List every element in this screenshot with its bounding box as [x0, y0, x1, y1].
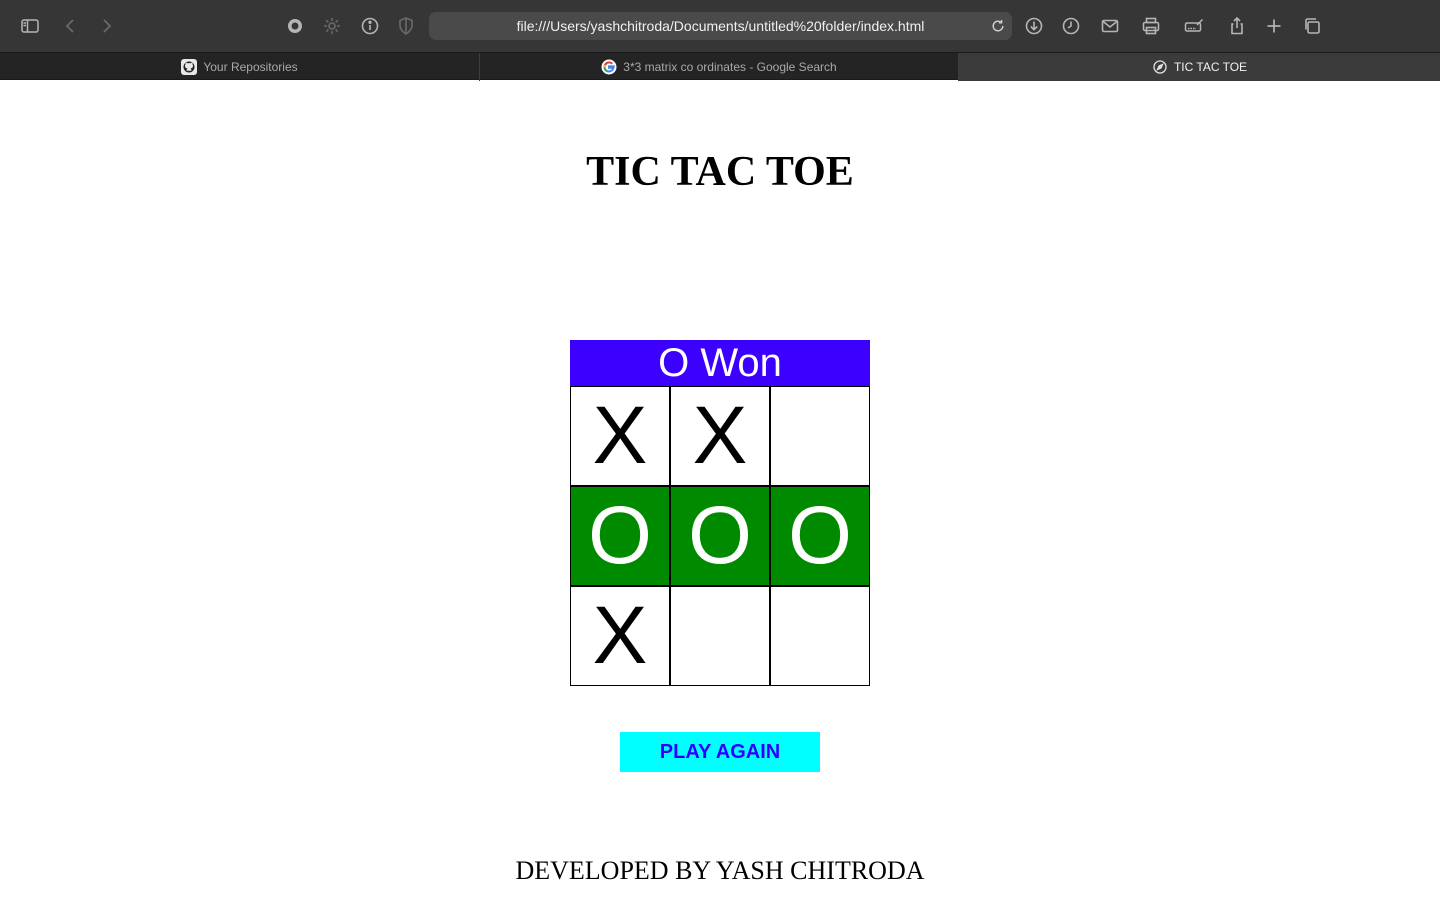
compass-icon — [1152, 59, 1168, 75]
info-icon[interactable] — [356, 12, 384, 40]
play-again-button[interactable]: PLAY AGAIN — [620, 732, 820, 772]
back-icon[interactable] — [57, 12, 85, 40]
cell-1-1[interactable]: O — [670, 486, 770, 586]
cell-0-2[interactable] — [770, 386, 870, 486]
cell-2-0[interactable]: X — [570, 586, 670, 686]
cell-2-1[interactable] — [670, 586, 770, 686]
cell-1-2[interactable]: O — [770, 486, 870, 586]
tab-overview-icon[interactable] — [1298, 12, 1326, 40]
record-icon[interactable] — [281, 12, 309, 40]
sidebar-icon[interactable] — [16, 12, 44, 40]
tab-label: TIC TAC TOE — [1173, 60, 1248, 74]
tab-strip: Your Repositories 3*3 matrix co ordinate… — [0, 52, 1440, 81]
history-icon[interactable] — [1057, 12, 1085, 40]
cell-0-0[interactable]: X — [570, 386, 670, 486]
game-board: O Won X X O O O X — [570, 340, 870, 686]
forward-icon[interactable] — [92, 12, 120, 40]
status-banner: O Won — [570, 340, 870, 386]
new-tab-icon[interactable] — [1260, 12, 1288, 40]
gear-icon[interactable] — [318, 12, 346, 40]
print-icon[interactable] — [1137, 12, 1165, 40]
tab-google-search[interactable]: 3*3 matrix co ordinates - Google Search — [480, 53, 959, 81]
shield-icon[interactable] — [392, 12, 420, 40]
mail-icon[interactable] — [1096, 12, 1124, 40]
google-icon — [601, 59, 617, 75]
share-icon[interactable] — [1223, 12, 1251, 40]
cell-2-2[interactable] — [770, 586, 870, 686]
tab-tic-tac-toe[interactable]: TIC TAC TOE — [959, 53, 1440, 81]
browser-toolbar: file:///Users/yashchitroda/Documents/unt… — [0, 0, 1440, 52]
cell-0-1[interactable]: X — [670, 386, 770, 486]
download-icon[interactable] — [1020, 12, 1048, 40]
tab-your-repositories[interactable]: Your Repositories — [0, 53, 480, 81]
cell-1-0[interactable]: O — [570, 486, 670, 586]
address-bar[interactable]: file:///Users/yashchitroda/Documents/unt… — [429, 12, 1012, 40]
tab-label: 3*3 matrix co ordinates - Google Search — [623, 60, 837, 74]
tab-label: Your Repositories — [203, 60, 298, 74]
reload-icon[interactable] — [988, 16, 1008, 36]
github-icon — [181, 59, 198, 75]
footer-credit: DEVELOPED BY YASH CHITRODA — [515, 856, 925, 885]
markup-icon[interactable] — [1180, 12, 1208, 40]
url-text[interactable]: file:///Users/yashchitroda/Documents/unt… — [429, 12, 1012, 40]
board-grid: X X O O O X — [570, 386, 870, 686]
page-title: TIC TAC TOE — [586, 149, 854, 195]
